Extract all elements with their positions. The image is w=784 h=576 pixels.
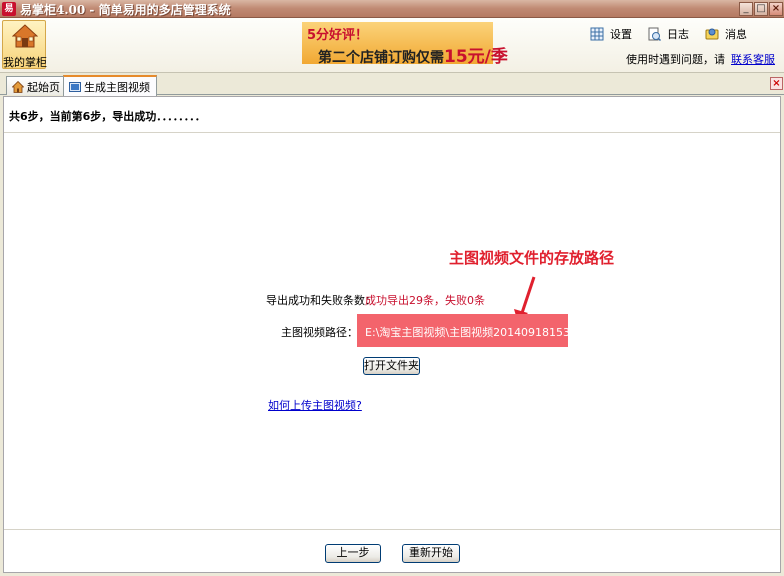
- step-status: 共6步，当前第6步，导出成功．．．．．．．．: [9, 110, 206, 123]
- messages-button[interactable]: 消息: [705, 26, 747, 42]
- house-icon: [12, 24, 38, 48]
- log-button[interactable]: 日志: [647, 26, 689, 42]
- path-label: 主图视频路径：: [281, 326, 358, 339]
- help-line: 使用时遇到问题，请 联系客服: [626, 51, 775, 67]
- content-panel: 共6步，当前第6步，导出成功．．．．．．．． 主图视频文件的存放路径 导出成功和…: [3, 96, 781, 573]
- settings-button[interactable]: 设置: [590, 26, 632, 42]
- tab-start-page[interactable]: 起始页: [6, 76, 67, 95]
- promo-offer-text: 第二个店铺订购仅需: [318, 50, 444, 66]
- promo-headline: 5分好评！: [307, 28, 369, 43]
- window-title: 易掌柜4.00 - 简单易用的多店管理系统: [20, 3, 231, 17]
- header: 我的掌柜 5分好评！ 第二个店铺订购仅需15元/季 设置 日志 消息 使用时遇到…: [0, 18, 784, 73]
- annotation-text: 主图视频文件的存放路径: [449, 249, 615, 267]
- home-icon: [12, 81, 24, 93]
- close-tab-button[interactable]: ×: [770, 77, 783, 90]
- log-icon: [648, 27, 661, 41]
- divider: [4, 132, 780, 133]
- promo-banner[interactable]: 5分好评！ 第二个店铺订购仅需15元/季: [302, 22, 508, 67]
- contact-support-link[interactable]: 联系客服: [731, 53, 775, 66]
- settings-grid-icon: [590, 27, 604, 41]
- my-shop-button[interactable]: 我的掌柜: [2, 20, 47, 69]
- tab-generate-video[interactable]: 生成主图视频: [63, 75, 157, 96]
- promo-price: 15元/季: [444, 47, 508, 67]
- result-label: 导出成功和失败条数：: [266, 294, 376, 307]
- divider: [4, 529, 780, 530]
- promo-offer: 第二个店铺订购仅需15元/季: [318, 42, 508, 67]
- title-bar: 易 易掌柜4.00 - 简单易用的多店管理系统 _ □ ×: [0, 0, 784, 18]
- open-folder-button[interactable]: 打开文件夹: [363, 357, 420, 375]
- video-icon: [69, 82, 81, 92]
- maximize-button[interactable]: □: [754, 2, 768, 16]
- close-window-button[interactable]: ×: [769, 2, 783, 16]
- messages-label: 消息: [725, 28, 747, 41]
- message-icon: [705, 28, 719, 40]
- app-icon: 易: [2, 2, 16, 16]
- restart-button[interactable]: 重新开始: [402, 544, 460, 563]
- tab-start-page-label: 起始页: [27, 81, 60, 94]
- previous-step-button[interactable]: 上一步: [325, 544, 381, 563]
- tab-strip: 起始页 生成主图视频 ×: [0, 73, 784, 96]
- my-shop-label: 我的掌柜: [3, 56, 47, 69]
- how-to-upload-link[interactable]: 如何上传主图视频?: [268, 397, 362, 413]
- help-text: 使用时遇到问题，请: [626, 53, 725, 66]
- settings-label: 设置: [610, 28, 632, 41]
- result-value: 成功导出29条，失败0条: [365, 294, 485, 307]
- log-label: 日志: [667, 28, 689, 41]
- minimize-button[interactable]: _: [739, 2, 753, 16]
- path-value: E:\淘宝主图视频\主图视频20140918153234: [365, 326, 592, 339]
- tab-generate-video-label: 生成主图视频: [84, 81, 150, 94]
